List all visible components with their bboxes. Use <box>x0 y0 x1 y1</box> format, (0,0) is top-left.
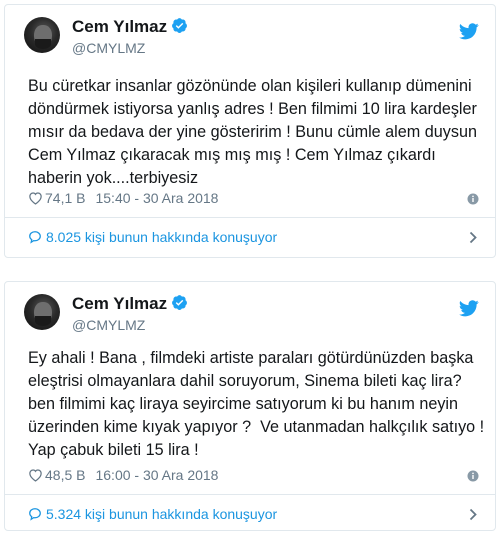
tweet-header: Cem Yılmaz @CMYLMZ <box>5 282 495 342</box>
tweet-text: Ey ahali ! Bana , filmdeki artiste paral… <box>28 349 485 459</box>
author-handle[interactable]: @CMYLMZ <box>72 317 145 333</box>
conversation-count[interactable]: 8.025 kişi bunun hakkında konuşuyor <box>46 229 277 245</box>
like-count[interactable]: 48,5 B <box>45 467 85 483</box>
info-icon[interactable] <box>467 193 479 205</box>
conversation-link[interactable]: 5.324 kişi bunun hakkında konuşuyor <box>5 495 495 533</box>
chevron-right-icon[interactable] <box>469 231 477 244</box>
author-name-text[interactable]: Cem Yılmaz <box>72 294 167 313</box>
twitter-bird-icon[interactable] <box>459 300 479 317</box>
avatar-beard <box>35 39 51 49</box>
avatar[interactable] <box>24 294 60 330</box>
heart-icon[interactable] <box>28 191 43 205</box>
tweet-meta: 74,1 B 15:40 - 30 Ara 2018 <box>28 190 218 206</box>
speech-bubble-icon <box>29 231 41 244</box>
tweet-text: Bu cüretkar insanlar gözönünde olan kişi… <box>28 77 477 187</box>
heart-icon[interactable] <box>28 468 43 482</box>
author-name[interactable]: Cem Yılmaz <box>72 294 188 314</box>
tweet-header: Cem Yılmaz @CMYLMZ <box>5 5 495 65</box>
verified-badge-icon <box>172 18 188 33</box>
tweet-card[interactable]: Cem Yılmaz @CMYLMZ Bu cüretkar insanlar … <box>4 4 496 258</box>
conversation-link[interactable]: 8.025 kişi bunun hakkında konuşuyor <box>5 218 495 256</box>
tweet-timestamp[interactable]: 16:00 - 30 Ara 2018 <box>95 467 218 483</box>
author-handle[interactable]: @CMYLMZ <box>72 40 145 56</box>
twitter-bird-icon[interactable] <box>459 23 479 40</box>
tweet-timestamp[interactable]: 15:40 - 30 Ara 2018 <box>95 190 218 206</box>
chevron-right-icon[interactable] <box>469 508 477 521</box>
speech-bubble-icon <box>29 508 41 521</box>
avatar-beard <box>35 316 51 326</box>
like-count[interactable]: 74,1 B <box>45 190 85 206</box>
avatar[interactable] <box>24 17 60 53</box>
info-icon[interactable] <box>467 470 479 482</box>
author-name-text[interactable]: Cem Yılmaz <box>72 17 167 36</box>
author-name[interactable]: Cem Yılmaz <box>72 17 188 37</box>
tweet-meta: 48,5 B 16:00 - 30 Ara 2018 <box>28 467 218 483</box>
tweet-card[interactable]: Cem Yılmaz @CMYLMZ Ey ahali ! Bana , fil… <box>4 281 496 531</box>
conversation-count[interactable]: 5.324 kişi bunun hakkında konuşuyor <box>46 506 277 522</box>
verified-badge-icon <box>172 295 188 310</box>
